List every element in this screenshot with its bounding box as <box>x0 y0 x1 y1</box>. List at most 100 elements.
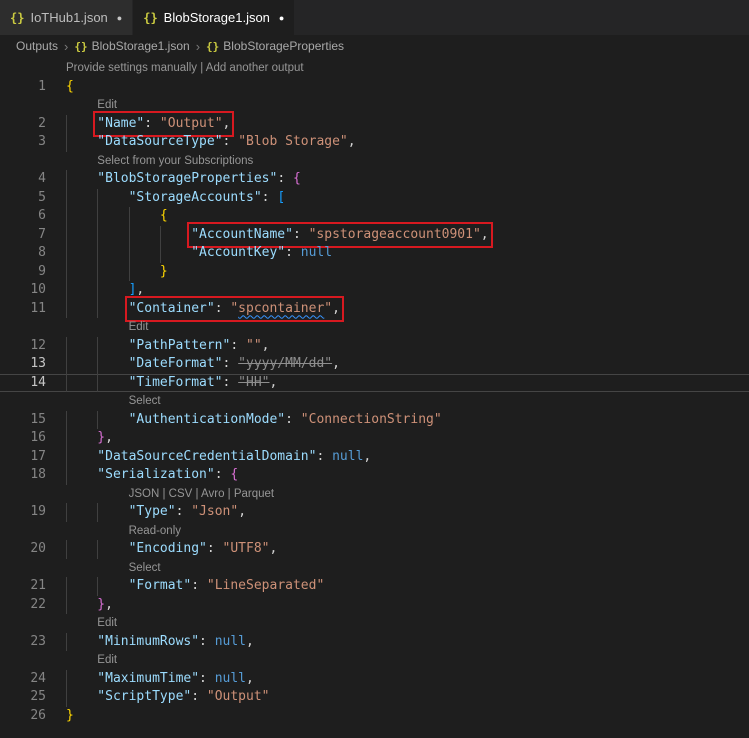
code-text: ], <box>129 281 145 300</box>
code-text: "MaximumTime": null, <box>97 670 254 689</box>
token-key: "DataSourceCredentialDomain" <box>97 448 317 464</box>
code-line[interactable]: 13 "DateFormat": "yyyy/MM/dd", <box>0 355 749 374</box>
code-line[interactable]: 15 "AuthenticationMode": "ConnectionStrin… <box>0 410 749 429</box>
token-key: "MaximumTime" <box>97 670 200 686</box>
code-text: "DataSourceCredentialDomain": null, <box>97 448 371 467</box>
token-str: "UTF8" <box>222 541 270 556</box>
codelens-row[interactable]: Select <box>0 559 749 578</box>
code-content: } <box>46 262 168 281</box>
codelens-link[interactable]: Select from your Subscriptions <box>66 152 253 171</box>
code-line[interactable]: 11 "Container": "spcontainer", <box>0 295 749 322</box>
code-line[interactable]: 8 "AccountKey": null <box>0 244 749 263</box>
code-line[interactable]: 10], <box>0 281 749 300</box>
code-line[interactable]: 23 "MinimumRows": null, <box>0 632 749 652</box>
indent-guide <box>66 429 97 448</box>
token-squig: spcontainer <box>238 300 325 316</box>
code-content: "PathPattern": "", <box>46 336 269 355</box>
token-key: "DateFormat" <box>128 356 223 371</box>
token-str: "Output" <box>159 115 223 131</box>
token-punct: , <box>269 374 278 390</box>
codelens-row[interactable]: Select from your Subscriptions <box>0 152 749 171</box>
breadcrumb-item-property[interactable]: {} BlobStorageProperties <box>206 39 344 53</box>
tab-bar: {} IoTHub1.json ● {} BlobStorage1.json ● <box>0 0 749 35</box>
code-line[interactable]: 2 "Name": "Output", <box>0 110 749 137</box>
token-str: "Json" <box>191 504 239 519</box>
code-content: ], <box>46 281 144 300</box>
codelens-row[interactable]: Provide settings manually | Add another … <box>0 59 749 78</box>
token-kw: null <box>214 670 247 686</box>
token-b1: } <box>66 707 74 723</box>
codelens-row[interactable]: Select <box>0 392 749 411</box>
code-line[interactable]: 3 "DataSourceType": "Blob Storage", <box>0 133 749 152</box>
code-line[interactable]: 1{ <box>0 78 749 97</box>
annotation-highlight: "AccountName": "spstorageaccount0901", <box>187 221 493 248</box>
code-content: "MinimumRows": null, <box>46 632 254 652</box>
codelens-link[interactable]: Edit <box>66 96 117 115</box>
code-content: { <box>46 207 168 226</box>
codelens-link[interactable]: Edit <box>66 614 117 633</box>
breadcrumb-item-outputs[interactable]: Outputs <box>16 39 58 53</box>
token-punct: , <box>332 300 340 316</box>
code-content: "MaximumTime": null, <box>46 669 254 689</box>
codelens-link[interactable]: Select <box>66 559 161 578</box>
codelens-row[interactable]: Edit <box>0 318 749 337</box>
indent-guide <box>97 262 128 281</box>
code-text: "BlobStorageProperties": { <box>97 170 301 189</box>
codelens-row[interactable]: Edit <box>0 651 749 670</box>
code-line[interactable]: 5 "StorageAccounts": [ <box>0 188 749 207</box>
token-key: "ScriptType" <box>97 689 192 704</box>
codelens-row[interactable]: Edit <box>0 614 749 633</box>
token-punct: : <box>277 171 293 186</box>
breadcrumb-item-file[interactable]: {} BlobStorage1.json <box>74 39 189 53</box>
token-key: "Container" <box>128 300 215 316</box>
tab-iothub1-json[interactable]: {} IoTHub1.json ● <box>0 0 134 35</box>
token-punct: : <box>206 541 223 556</box>
codelens-link[interactable]: JSON | CSV | Avro | Parquet <box>66 485 275 504</box>
code-text: "MinimumRows": null, <box>97 633 254 652</box>
line-number: 11 <box>30 300 46 316</box>
token-punct: , <box>347 134 356 149</box>
code-line[interactable]: 16}, <box>0 429 749 448</box>
line-number <box>0 152 46 171</box>
codelens-row[interactable]: JSON | CSV | Avro | Parquet <box>0 485 749 504</box>
codelens-link[interactable]: Edit <box>66 318 149 337</box>
line-number: 13 <box>30 356 46 371</box>
codelens-link[interactable]: Edit <box>66 651 117 670</box>
json-object-icon: {} <box>206 39 220 53</box>
code-line[interactable]: 19 "Type": "Json", <box>0 503 749 522</box>
code-line[interactable]: 4 "BlobStorageProperties": { <box>0 170 749 189</box>
code-line[interactable]: 26} <box>0 707 749 726</box>
codelens-link[interactable]: Read-only <box>66 522 181 541</box>
code-line[interactable]: 18 "Serialization": { <box>0 466 749 485</box>
tab-blobstorage1-json[interactable]: {} BlobStorage1.json ● <box>133 0 296 35</box>
codelens-link[interactable]: Provide settings manually | Add another … <box>66 59 304 78</box>
code-text: "Type": "Json", <box>129 503 246 522</box>
code-text: "Encoding": "UTF8", <box>129 540 278 559</box>
codelens-row[interactable]: Read-only <box>0 522 749 541</box>
code-line[interactable]: 25 "ScriptType": "Output" <box>0 688 749 707</box>
code-line[interactable]: 7 "AccountName": "spstorageaccount0901", <box>0 221 749 248</box>
line-number <box>0 318 46 337</box>
code-line[interactable]: 21 "Format": "LineSeparated" <box>0 577 749 596</box>
line-number: 10 <box>30 282 46 297</box>
code-content: "Type": "Json", <box>46 503 246 522</box>
indent-guide <box>97 540 128 559</box>
codelens-link[interactable]: Select <box>66 392 161 411</box>
line-number <box>0 522 46 541</box>
codelens-content: Edit <box>46 318 149 337</box>
token-punct: : <box>222 134 239 149</box>
token-punct: : <box>144 115 160 131</box>
code-line[interactable]: 17 "DataSourceCredentialDomain": null, <box>0 447 749 467</box>
modified-dot-icon[interactable]: ● <box>117 13 122 23</box>
editor[interactable]: Provide settings manually | Add another … <box>0 57 749 738</box>
code-line[interactable]: 14 "TimeFormat": "HH", <box>0 373 749 392</box>
code-line[interactable]: 12 "PathPattern": "", <box>0 336 749 355</box>
code-line[interactable]: 24 "MaximumTime": null, <box>0 669 749 689</box>
code-line[interactable]: 6{ <box>0 207 749 226</box>
code-line[interactable]: 9} <box>0 262 749 281</box>
modified-dot-icon[interactable]: ● <box>279 13 284 23</box>
code-line[interactable]: 22}, <box>0 595 749 614</box>
codelens-row[interactable]: Edit <box>0 96 749 115</box>
code-line[interactable]: 20 "Encoding": "UTF8", <box>0 540 749 559</box>
token-punct: : <box>214 300 231 316</box>
